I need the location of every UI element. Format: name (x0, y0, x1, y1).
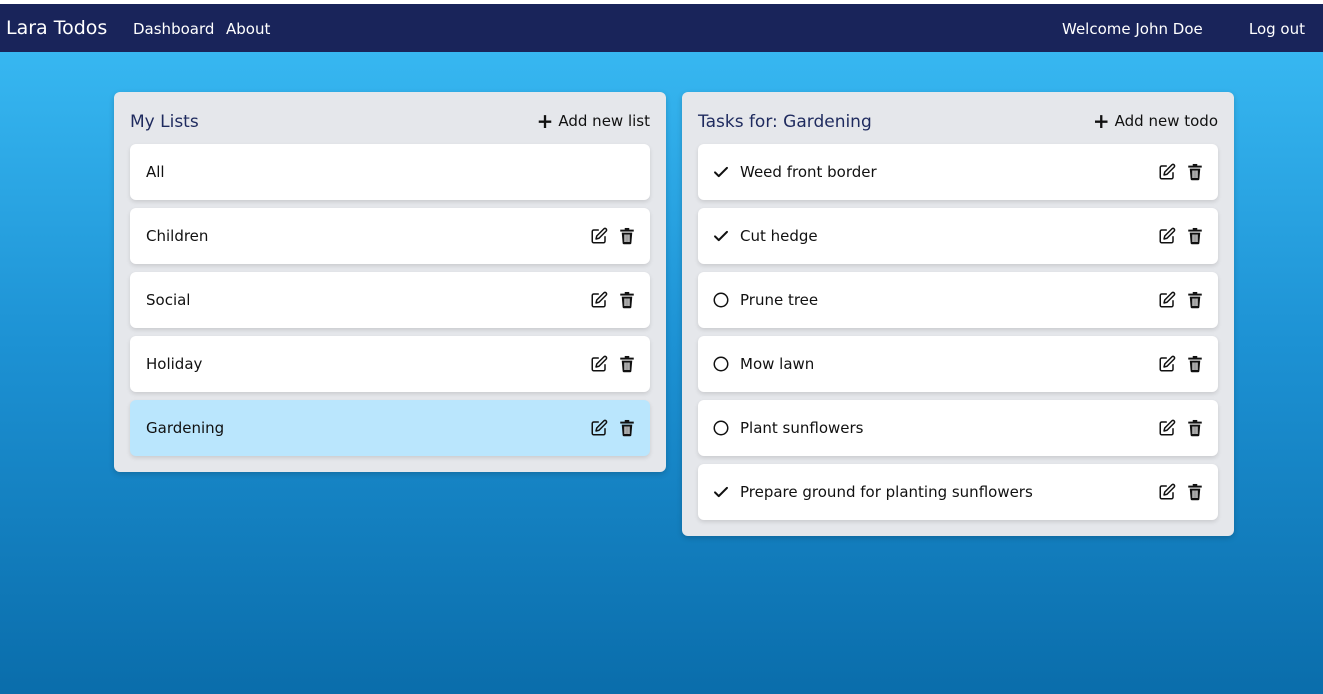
list-item[interactable]: Holiday (130, 336, 650, 392)
task-item-label: Prune tree (740, 291, 819, 309)
trash-icon[interactable] (1186, 291, 1204, 309)
row-actions (1158, 291, 1204, 309)
plus-icon: + (1092, 109, 1110, 133)
check-icon[interactable] (712, 227, 730, 245)
row-actions (590, 227, 636, 245)
trash-icon[interactable] (618, 419, 636, 437)
row-actions (1158, 419, 1204, 437)
task-item[interactable]: Mow lawn (698, 336, 1218, 392)
add-new-todo-label: Add new todo (1114, 112, 1218, 130)
row-actions (1158, 227, 1204, 245)
edit-icon[interactable] (1158, 419, 1176, 437)
list-item[interactable]: All (130, 144, 650, 200)
edit-icon[interactable] (590, 355, 608, 373)
task-item[interactable]: Prepare ground for planting sunflowers (698, 464, 1218, 520)
circle-icon[interactable] (712, 355, 730, 373)
edit-icon[interactable] (590, 419, 608, 437)
edit-icon[interactable] (590, 227, 608, 245)
logout-link[interactable]: Log out (1249, 20, 1305, 38)
trash-icon[interactable] (1186, 419, 1204, 437)
main-content: My Lists + Add new list All Children Socia… (0, 52, 1323, 694)
list-item-label: Children (146, 227, 209, 245)
check-icon[interactable] (712, 163, 730, 181)
row-actions (590, 291, 636, 309)
row-actions (590, 355, 636, 373)
my-lists-title: My Lists (130, 112, 199, 132)
plus-icon: + (536, 109, 554, 133)
list-item[interactable]: Social (130, 272, 650, 328)
edit-icon[interactable] (1158, 291, 1176, 309)
row-actions (1158, 483, 1204, 501)
task-item[interactable]: Prune tree (698, 272, 1218, 328)
add-new-list-button[interactable]: + Add new list (536, 109, 650, 133)
edit-icon[interactable] (590, 291, 608, 309)
brand-title[interactable]: Lara Todos (6, 17, 107, 39)
circle-icon[interactable] (712, 291, 730, 309)
task-item-label: Weed front border (740, 163, 877, 181)
trash-icon[interactable] (1186, 483, 1204, 501)
add-new-list-label: Add new list (558, 112, 650, 130)
task-item-label: Cut hedge (740, 227, 818, 245)
list-item[interactable]: Children (130, 208, 650, 264)
task-item-label: Plant sunflowers (740, 419, 864, 437)
welcome-text: Welcome John Doe (1062, 20, 1203, 38)
list-item-label: Holiday (146, 355, 203, 373)
list-item-label: All (146, 163, 165, 181)
task-item[interactable]: Weed front border (698, 144, 1218, 200)
top-navbar: Lara Todos Dashboard About Welcome John … (0, 4, 1323, 52)
task-item[interactable]: Cut hedge (698, 208, 1218, 264)
row-actions (1158, 163, 1204, 181)
trash-icon[interactable] (618, 291, 636, 309)
task-item-label: Mow lawn (740, 355, 815, 373)
task-item-label: Prepare ground for planting sunflowers (740, 483, 1033, 501)
my-lists-panel: My Lists + Add new list All Children Socia… (114, 92, 666, 472)
edit-icon[interactable] (1158, 355, 1176, 373)
nav-about-link[interactable]: About (226, 20, 270, 38)
tasks-panel: Tasks for: Gardening + Add new todo Weed… (682, 92, 1234, 536)
add-new-todo-button[interactable]: + Add new todo (1092, 109, 1218, 133)
edit-icon[interactable] (1158, 227, 1176, 245)
circle-icon[interactable] (712, 419, 730, 437)
edit-icon[interactable] (1158, 483, 1176, 501)
trash-icon[interactable] (1186, 227, 1204, 245)
row-actions (590, 419, 636, 437)
trash-icon[interactable] (1186, 163, 1204, 181)
list-item-label: Gardening (146, 419, 225, 437)
trash-icon[interactable] (1186, 355, 1204, 373)
trash-icon[interactable] (618, 355, 636, 373)
list-item[interactable]: Gardening (130, 400, 650, 456)
edit-icon[interactable] (1158, 163, 1176, 181)
trash-icon[interactable] (618, 227, 636, 245)
check-icon[interactable] (712, 483, 730, 501)
nav-dashboard-link[interactable]: Dashboard (133, 20, 214, 38)
list-item-label: Social (146, 291, 191, 309)
row-actions (1158, 355, 1204, 373)
task-item[interactable]: Plant sunflowers (698, 400, 1218, 456)
tasks-title: Tasks for: Gardening (698, 112, 872, 132)
